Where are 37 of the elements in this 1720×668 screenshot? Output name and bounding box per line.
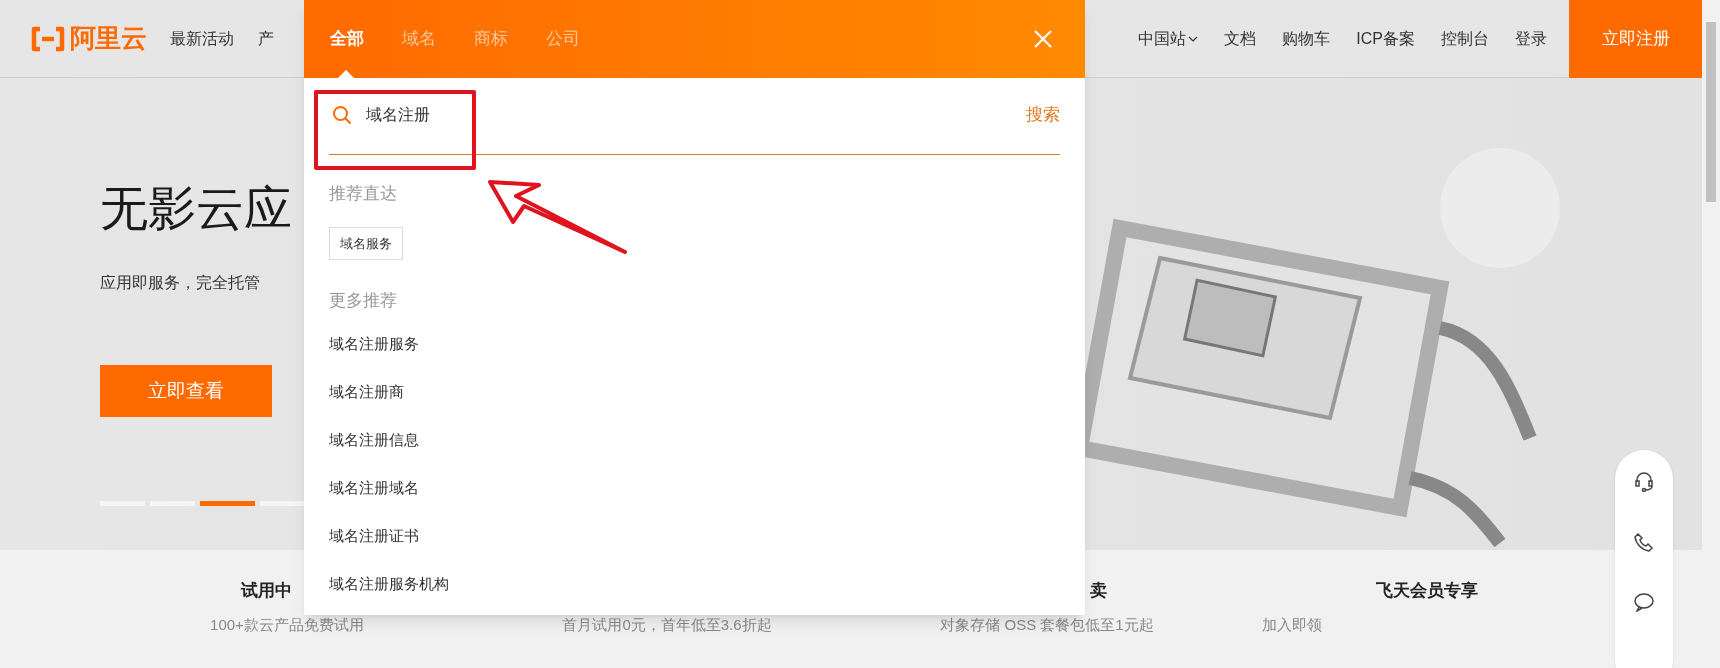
tab-pointer	[338, 70, 354, 78]
quick-link-tag[interactable]: 域名服务	[329, 226, 403, 260]
feature-title: 卖	[1090, 580, 1107, 600]
nav-link[interactable]: 产	[258, 26, 274, 51]
chat-icon[interactable]	[1633, 592, 1655, 612]
nav-link[interactable]: 控制台	[1441, 26, 1489, 51]
search-field[interactable]: 域名注册 搜索	[329, 78, 1060, 155]
nav-link[interactable]: 文档	[1224, 26, 1257, 51]
suggestion-item[interactable]: 域名注册域名	[329, 478, 419, 496]
nav-link[interactable]: 最新活动	[170, 26, 234, 51]
suggestion-item[interactable]: 域名注册服务	[329, 334, 419, 352]
suggestion-item[interactable]: 域名注册证书	[329, 526, 419, 544]
search-icon	[332, 105, 352, 125]
feature-subtitle: 100+款云产品免费试用	[210, 615, 364, 635]
section-heading: 推荐直达	[329, 183, 397, 205]
region-dropdown[interactable]: 中国站	[1138, 26, 1199, 51]
nav-link[interactable]: 登录	[1515, 26, 1547, 51]
hero-subtitle: 应用即服务，完全托管	[100, 273, 260, 293]
suggestion-item[interactable]: 域名注册商	[329, 382, 404, 400]
feature-subtitle: 首月试用0元，首年低至3.6折起	[562, 615, 772, 635]
nav-link[interactable]: 购物车	[1282, 26, 1331, 51]
feature-title: 试用中	[241, 580, 292, 600]
nav-link[interactable]: ICP备案	[1356, 26, 1415, 51]
hero-title: 无影云应	[100, 181, 292, 237]
section-heading: 更多推荐	[329, 290, 397, 312]
scrollbar-thumb[interactable]	[1706, 22, 1716, 202]
feature-title: 飞天会员专享	[1376, 580, 1478, 600]
carousel-indicator[interactable]	[260, 501, 305, 506]
carousel-indicator[interactable]	[200, 501, 255, 506]
headset-icon[interactable]	[1633, 470, 1655, 492]
chevron-down-icon	[1188, 35, 1199, 42]
feature-subtitle: 加入即领	[1261, 615, 1322, 635]
suggestion-item[interactable]: 域名注册服务机构	[329, 574, 449, 592]
suggestion-item[interactable]: 域名注册信息	[329, 430, 419, 448]
feature-subtitle: 对象存储 OSS 套餐包低至1元起	[940, 615, 1154, 635]
logo-icon	[30, 25, 66, 52]
phone-icon[interactable]	[1634, 532, 1654, 552]
